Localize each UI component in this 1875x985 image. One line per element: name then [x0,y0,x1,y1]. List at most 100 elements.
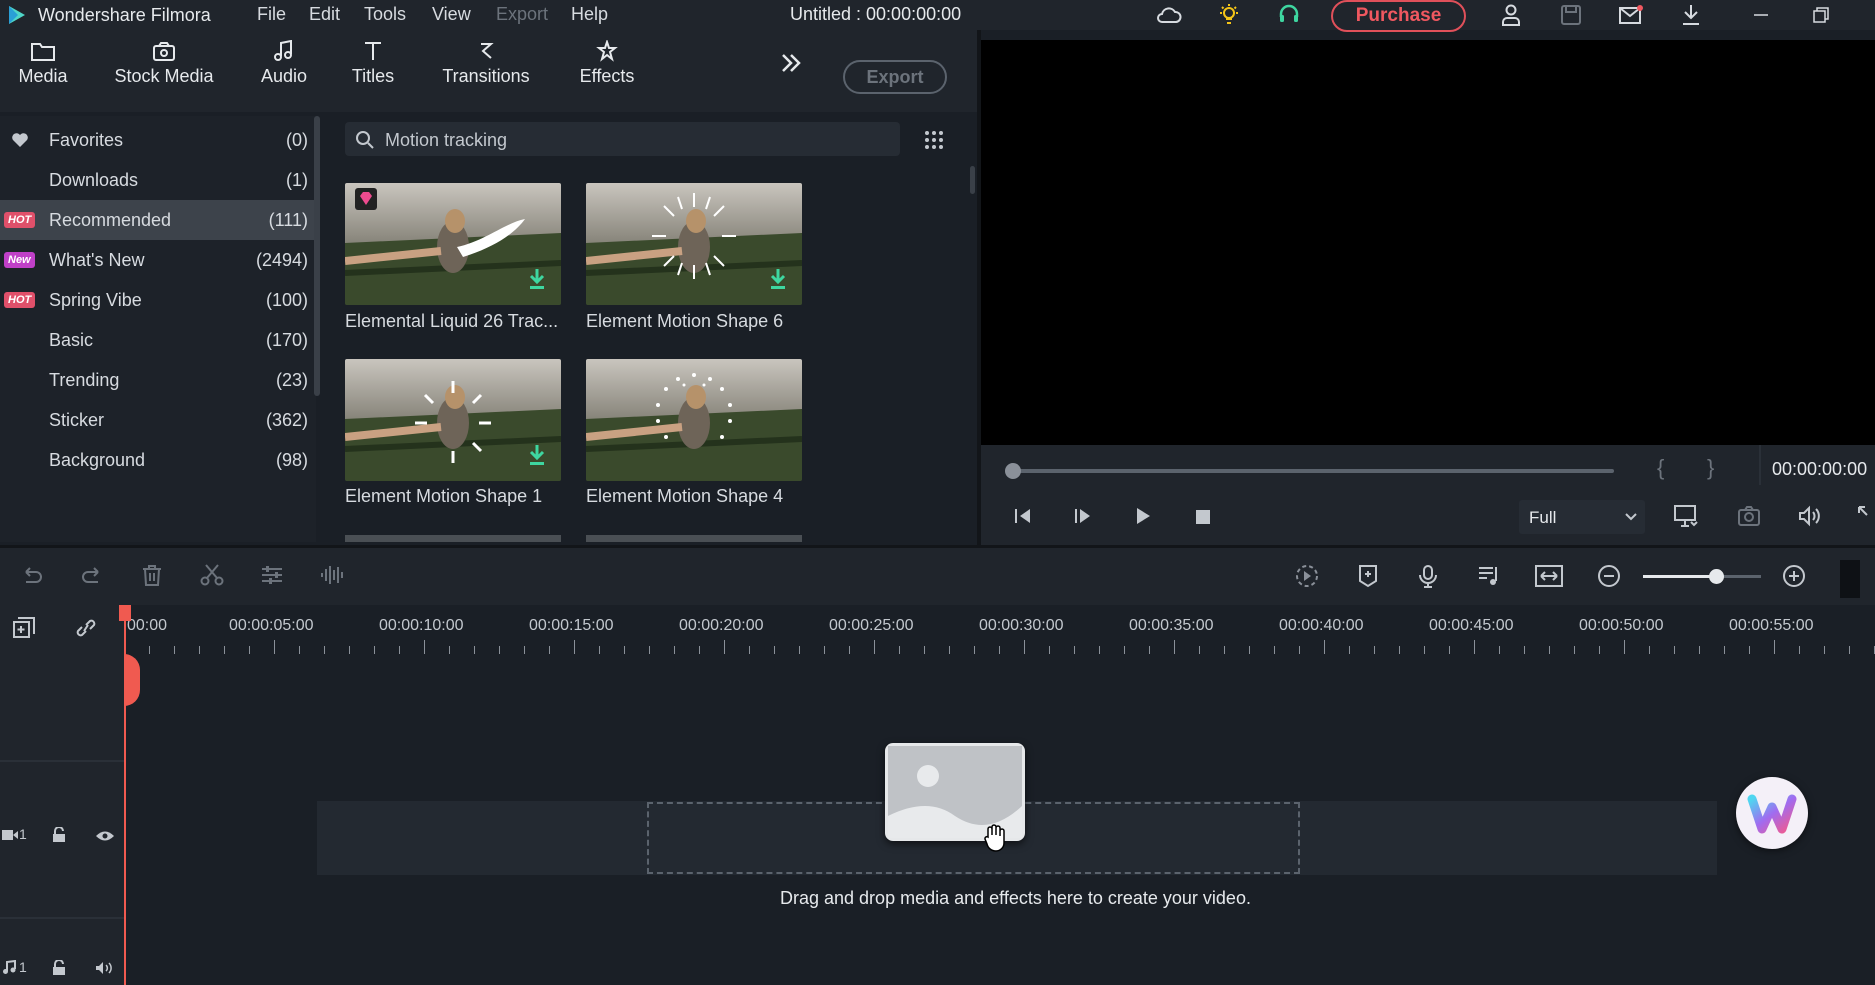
volume-icon[interactable] [1797,505,1821,532]
render-preview-icon[interactable] [1294,564,1320,593]
microphone-icon[interactable] [1417,564,1439,593]
category-spring-vibe[interactable]: HOT Spring Vibe (100) [0,280,316,320]
purchase-button[interactable]: Purchase [1331,0,1466,32]
tab-media[interactable]: Media [16,40,70,87]
display-settings-icon[interactable] [1673,504,1699,533]
fit-timeline-icon[interactable] [1535,564,1563,593]
category-trending[interactable]: Trending (23) [0,360,316,400]
audio-mixer-icon[interactable] [1477,564,1501,593]
menu-help[interactable]: Help [571,4,608,25]
quality-select[interactable]: Full [1519,500,1645,534]
restore-icon[interactable] [1807,2,1835,28]
category-count: (100) [265,290,308,310]
menu-export[interactable]: Export [496,4,548,25]
more-tabs-chevron-icon[interactable] [778,52,804,79]
category-whats-new[interactable]: New What's New (2494) [0,240,316,280]
download-icon[interactable] [769,268,787,295]
minimize-icon[interactable] [1747,2,1775,28]
cut-scissors-icon[interactable] [200,564,224,591]
timeline-side-panel-toggle[interactable] [1840,560,1860,598]
category-basic[interactable]: Basic (170) [0,320,316,360]
adjust-sliders-icon[interactable] [260,564,284,591]
effects-scrollbar[interactable] [970,166,975,194]
category-sticker[interactable]: Sticker (362) [0,400,316,440]
title-bar: Wondershare Filmora File Edit Tools View… [0,0,1875,32]
category-label: Favorites [49,130,124,150]
previous-frame-icon[interactable] [1013,507,1033,530]
wondershare-w-icon [1747,794,1797,834]
track-headers: 1 1 [0,605,124,985]
menu-file[interactable]: File [257,4,286,25]
fullscreen-icon[interactable] [1857,505,1875,532]
effect-thumbnail[interactable] [586,359,802,481]
tab-stock-media[interactable]: Stock Media [112,40,216,87]
category-favorites[interactable]: Favorites (0) [0,120,316,160]
lightbulb-icon[interactable] [1215,2,1243,28]
preview-progress-bar[interactable] [1012,469,1614,473]
tab-audio[interactable]: Audio [256,40,312,87]
heart-icon [12,133,28,147]
mail-icon[interactable] [1617,2,1645,28]
filmora-logo-icon [9,6,25,24]
effect-label: Element Motion Shape 1 [345,486,543,506]
search-input[interactable]: Motion tracking [345,122,900,156]
menu-view[interactable]: View [432,4,471,25]
effect-label: Element Motion Shape 6 [586,311,784,331]
export-button[interactable]: Export [843,60,947,94]
zoom-slider-handle[interactable] [1709,569,1725,584]
hot-badge: HOT [4,212,36,228]
undo-icon[interactable] [20,564,44,591]
tab-effects[interactable]: Effects [575,40,639,87]
marker-icon[interactable] [1357,564,1379,593]
timeline-ruler-ticks[interactable] [124,640,1875,654]
redo-icon[interactable] [80,564,104,591]
effect-thumbnail-partial [586,535,802,542]
zoom-slider-fill [1643,575,1717,578]
category-background[interactable]: Background (98) [0,440,316,480]
track-mute-speaker-icon[interactable] [95,961,113,980]
download-icon[interactable] [528,444,546,471]
grid-view-icon[interactable] [924,130,944,155]
delete-icon[interactable] [140,564,164,591]
menu-edit[interactable]: Edit [309,4,340,25]
support-headset-icon[interactable] [1275,2,1303,28]
mark-in-button[interactable]: { [1657,455,1664,481]
zoom-slider-track[interactable] [1643,569,1761,584]
playhead-handle[interactable] [119,605,131,621]
audio-waveform-icon[interactable] [320,564,344,591]
ruler-label: 00:00:55:00 [1729,617,1814,634]
category-scrollbar[interactable] [314,116,320,396]
category-downloads[interactable]: Downloads (1) [0,160,316,200]
playhead-scrub-tab[interactable] [124,654,140,706]
download-icon[interactable] [528,268,546,295]
menu-tools[interactable]: Tools [364,4,406,25]
search-value: Motion tracking [385,130,508,150]
cloud-icon[interactable] [1155,2,1183,28]
mark-out-button[interactable]: } [1707,455,1714,481]
zoom-in-icon[interactable] [1782,564,1806,593]
assistant-bubble[interactable] [1736,777,1808,849]
stop-icon[interactable] [1195,509,1211,530]
snapshot-camera-icon[interactable] [1737,505,1761,532]
preview-progress-handle[interactable] [1005,463,1021,479]
save-icon[interactable] [1557,2,1585,28]
effect-label: Element Motion Shape 4 [586,486,784,506]
effects-icon [596,40,618,62]
track-lock-icon[interactable] [52,826,66,848]
category-count: (0) [286,130,308,150]
video-track-icon [2,828,18,846]
tab-transitions[interactable]: Transitions [438,40,534,87]
account-icon[interactable] [1497,2,1525,28]
divider [1759,445,1761,485]
category-recommended[interactable]: HOT Recommended (111) [0,200,316,240]
zoom-out-icon[interactable] [1597,564,1621,593]
play-icon[interactable] [1133,507,1153,530]
download-icon[interactable] [1677,2,1705,28]
track-lock-icon[interactable] [52,959,66,981]
add-track-icon[interactable] [12,617,36,644]
play-step-icon[interactable] [1073,507,1093,530]
tab-titles[interactable]: Titles [345,40,401,87]
track-visibility-eye-icon[interactable] [95,829,115,847]
link-icon[interactable] [74,617,98,644]
new-badge: New [4,252,35,268]
